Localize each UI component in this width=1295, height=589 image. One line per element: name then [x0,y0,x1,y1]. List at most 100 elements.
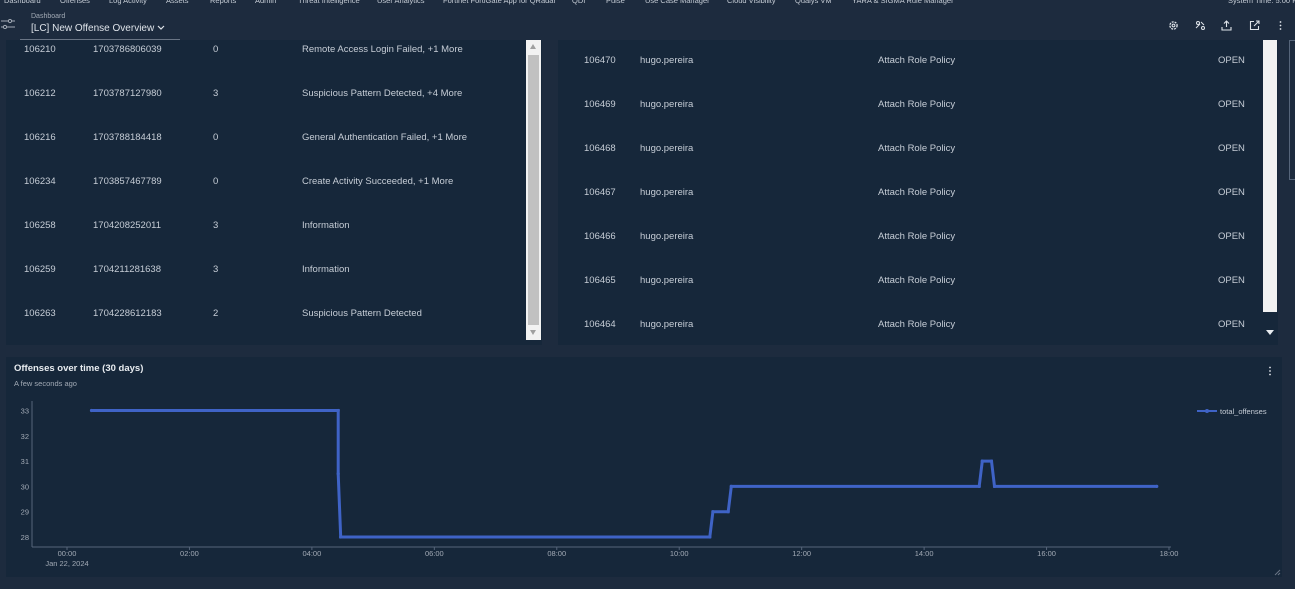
data-point[interactable] [89,408,94,413]
nav-item[interactable]: Use Case Manager [645,0,710,5]
offense-status: OPEN [1218,143,1245,154]
filter-settings-icon[interactable] [1,19,15,29]
offense-status: OPEN [1218,275,1245,286]
scroll-up-icon[interactable] [530,44,536,49]
table-row[interactable]: 106210 1703786806039 0 Remote Access Login … [6,44,526,88]
nav-item[interactable]: Log Activity [109,0,147,5]
offense-start-time: 1704208252011 [93,220,161,231]
offense-username: hugo.pereira [640,143,694,154]
role-policy-table: 106464 hugo.pereira Attach Role Policy OPEN… [558,40,1278,345]
offense-id: 106234 [24,176,56,187]
nav-item[interactable]: Cloud Visibility [727,0,776,5]
table-row[interactable]: 106466 hugo.pereira Attach Role Policy OPEN [558,231,1258,275]
data-point[interactable] [711,510,715,514]
nav-item[interactable]: Threat Intelligence [298,0,360,5]
offense-username: hugo.pereira [640,275,694,286]
offense-action: Attach Role Policy [878,99,956,110]
export-icon[interactable] [1221,20,1232,31]
data-point[interactable] [989,459,994,463]
data-point[interactable] [729,484,733,488]
nav-item[interactable]: Qualys VM [795,0,832,5]
table-row[interactable]: 106464 hugo.pereira Attach Role Policy OPEN [558,319,1258,345]
table-row[interactable]: 106258 1704208252011 3 Information [6,220,526,264]
legend-label[interactable]: total_offenses [1220,407,1267,416]
offense-action: Attach Role Policy [878,187,956,198]
offense-table-scrollbar[interactable] [526,40,541,340]
offense-action: Attach Role Policy [878,231,956,242]
data-point[interactable] [336,408,340,413]
offense-start-time: 1703857467789 [93,176,162,187]
table-row[interactable]: 106263 1704228612183 2 Suspicious Pattern D… [6,308,526,345]
x-tick-label: 06:00 [425,549,444,558]
scroll-down-icon[interactable] [530,330,536,335]
nav-item[interactable]: User Analytics [377,0,425,5]
offense-magnitude: 3 [213,264,219,275]
nav-item[interactable]: QDI [572,0,585,5]
offense-magnitude: 2 [213,308,219,319]
chevron-down-icon[interactable] [156,23,166,33]
scroll-down-icon[interactable] [1266,330,1274,336]
x-tick-label: 04:00 [302,549,321,558]
offense-action: Attach Role Policy [878,275,956,286]
table-row[interactable]: 106468 hugo.pereira Attach Role Policy OPEN [558,143,1258,187]
share-icon[interactable] [1195,20,1206,31]
dashboard-label: Dashboard [31,13,66,20]
y-tick-label: 30 [21,482,29,491]
x-tick-label: 08:00 [547,549,566,558]
offense-status: OPEN [1218,187,1245,198]
offense-magnitude: 0 [213,176,219,187]
table-row[interactable]: 106469 hugo.pereira Attach Role Policy OPEN [558,99,1258,143]
offense-id: 106258 [24,220,56,231]
chart-title: Offenses over time (30 days) [14,363,144,374]
data-point[interactable] [726,510,730,514]
new-window-icon[interactable] [1249,20,1260,31]
data-point[interactable] [977,484,981,488]
nav-item[interactable]: Admin [255,0,276,5]
table-row[interactable]: 106259 1704211281638 3 Information [6,264,526,308]
offense-status: OPEN [1218,231,1245,242]
data-point[interactable] [980,459,984,463]
offense-description: Information [302,264,350,275]
offense-description: Create Activity Succeeded, +1 More [302,176,454,187]
scrollbar-track[interactable] [1263,40,1277,312]
offense-start-time: 1703788184418 [93,132,162,143]
resize-handle-icon[interactable] [1274,569,1281,576]
nav-item[interactable]: Fortinet FortiGate App for QRadar [443,0,556,5]
data-point[interactable] [992,484,997,488]
chart-overflow-menu-icon[interactable] [1268,365,1272,377]
offense-action: Attach Role Policy [878,55,956,66]
data-point[interactable] [1155,484,1159,488]
offense-description: Information [302,220,350,231]
dashboard-header: Dashboard [LC] New Offense Overview [0,6,1295,40]
table-row[interactable]: 106234 1703857467789 0 Create Activity Succ… [6,176,526,220]
nav-item[interactable]: Dashboard [4,0,41,5]
nav-item[interactable]: Offenses [60,0,90,5]
nav-item[interactable]: Pulse [606,0,625,5]
x-tick-label: 02:00 [180,549,199,558]
system-time: System Time: 5:00 P [1228,0,1295,5]
data-point[interactable] [708,535,712,539]
offense-magnitude: 0 [213,44,219,55]
offense-username: hugo.pereira [640,55,694,66]
role-table-scrollbar[interactable] [1263,40,1277,343]
dashboard-title[interactable]: [LC] New Offense Overview [31,23,154,34]
table-row[interactable]: 106465 hugo.pereira Attach Role Policy OPEN [558,275,1258,319]
offense-magnitude: 3 [213,88,219,99]
nav-item[interactable]: Reports [210,0,236,5]
offense-magnitude: 3 [213,220,219,231]
nav-item[interactable]: YARA & SIGMA Rule Manager [852,0,954,5]
table-row[interactable]: 106467 hugo.pereira Attach Role Policy OPEN [558,187,1258,231]
y-tick-label: 33 [21,407,29,416]
scrollbar-thumb[interactable] [528,55,539,325]
overflow-menu-icon[interactable] [1275,20,1286,31]
table-row[interactable]: 106470 hugo.pereira Attach Role Policy OPEN [558,55,1258,99]
nav-item[interactable]: Assets [166,0,189,5]
settings-icon[interactable] [1168,20,1179,31]
data-point[interactable] [336,472,340,476]
offense-description: Suspicious Pattern Detected, +4 More [302,88,463,99]
offense-id: 106210 [24,44,56,55]
offense-status: OPEN [1218,99,1245,110]
data-point[interactable] [339,535,343,539]
table-row[interactable]: 106216 1703788184418 0 General Authenticati… [6,132,526,176]
table-row[interactable]: 106212 1703787127980 3 Suspicious Pattern D… [6,88,526,132]
